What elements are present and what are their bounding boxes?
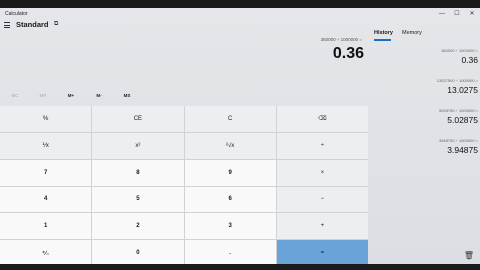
- history-result: 0.36: [461, 55, 478, 65]
- multiply-key[interactable]: ×: [276, 159, 368, 186]
- history-item[interactable]: 3948750 ÷ 1000000 = 3.94875: [378, 138, 478, 155]
- memory-recall-button[interactable]: MR: [28, 88, 58, 102]
- history-expression: 5028750 ÷ 1000000 =: [438, 108, 478, 113]
- digit-3-key[interactable]: 3: [184, 213, 276, 240]
- tab-history[interactable]: History: [374, 30, 393, 36]
- memory-subtract-button[interactable]: M-: [84, 88, 114, 102]
- digit-5-key[interactable]: 5: [92, 186, 184, 213]
- memory-clear-button[interactable]: MC: [0, 88, 30, 102]
- memory-row: MC MR M+ M- MS: [0, 88, 368, 102]
- active-tab-indicator: [374, 39, 391, 41]
- digit-6-key[interactable]: 6: [184, 186, 276, 213]
- digit-4-key[interactable]: 4: [0, 186, 92, 213]
- square-key[interactable]: x²: [92, 132, 184, 159]
- history-result: 3.94875: [447, 145, 478, 155]
- mode-title: Standard: [16, 20, 49, 29]
- tab-memory[interactable]: Memory: [402, 30, 422, 36]
- menu-icon[interactable]: [4, 22, 10, 28]
- mode-header: Standard ⧉: [0, 20, 370, 32]
- digit-7-key[interactable]: 7: [0, 159, 92, 186]
- trash-icon[interactable]: 🗑: [464, 251, 474, 260]
- add-key[interactable]: +: [276, 213, 368, 240]
- percent-key[interactable]: %: [0, 106, 92, 132]
- reciprocal-key[interactable]: ⅟x: [0, 132, 92, 159]
- digit-0-key[interactable]: 0: [92, 240, 184, 266]
- history-expression: 3948750 ÷ 1000000 =: [438, 138, 478, 143]
- subtract-key[interactable]: −: [276, 186, 368, 213]
- memory-store-button[interactable]: MS: [112, 88, 142, 102]
- history-result: 13.0275: [447, 85, 478, 95]
- history-item[interactable]: 5028750 ÷ 1000000 = 5.02875: [378, 108, 478, 125]
- title-bar: Calculator — ☐ ✕: [0, 8, 480, 20]
- expression-display: 360000 ÷ 1000000 =: [320, 37, 362, 42]
- minimize-button[interactable]: —: [436, 9, 448, 18]
- result-display: 0.36: [332, 45, 364, 62]
- history-expression: 360000 ÷ 1000000 =: [441, 48, 478, 53]
- divide-key[interactable]: ÷: [276, 132, 368, 159]
- history-result: 5.02875: [447, 115, 478, 125]
- backspace-key[interactable]: ⌫: [276, 106, 368, 132]
- history-panel: History Memory 360000 ÷ 1000000 = 0.36 1…: [370, 20, 480, 264]
- decimal-key[interactable]: .: [184, 240, 276, 266]
- keep-on-top-icon[interactable]: ⧉: [54, 21, 58, 28]
- history-expression: 13027500 ÷ 1000000 =: [436, 78, 478, 83]
- bottom-edge: [0, 264, 480, 270]
- calculator-window: Calculator — ☐ ✕ Standard ⧉ 360000 ÷ 100…: [0, 8, 480, 266]
- digit-9-key[interactable]: 9: [184, 159, 276, 186]
- app-title: Calculator: [5, 11, 28, 17]
- memory-add-button[interactable]: M+: [56, 88, 86, 102]
- history-item[interactable]: 13027500 ÷ 1000000 = 13.0275: [378, 78, 478, 95]
- close-button[interactable]: ✕: [466, 9, 478, 18]
- digit-2-key[interactable]: 2: [92, 213, 184, 240]
- digit-8-key[interactable]: 8: [92, 159, 184, 186]
- maximize-button[interactable]: ☐: [451, 9, 463, 18]
- clear-key[interactable]: C: [184, 106, 276, 132]
- keypad: % CE C ⌫ ⅟x x² ²√x ÷ 7 8 9 × 4 5 6 − 1 2…: [0, 106, 368, 266]
- clear-entry-key[interactable]: CE: [92, 106, 184, 132]
- history-item[interactable]: 360000 ÷ 1000000 = 0.36: [378, 48, 478, 65]
- negate-key[interactable]: ⁺∕₋: [0, 240, 92, 266]
- square-root-key[interactable]: ²√x: [184, 132, 276, 159]
- digit-1-key[interactable]: 1: [0, 213, 92, 240]
- equals-key[interactable]: =: [276, 240, 368, 266]
